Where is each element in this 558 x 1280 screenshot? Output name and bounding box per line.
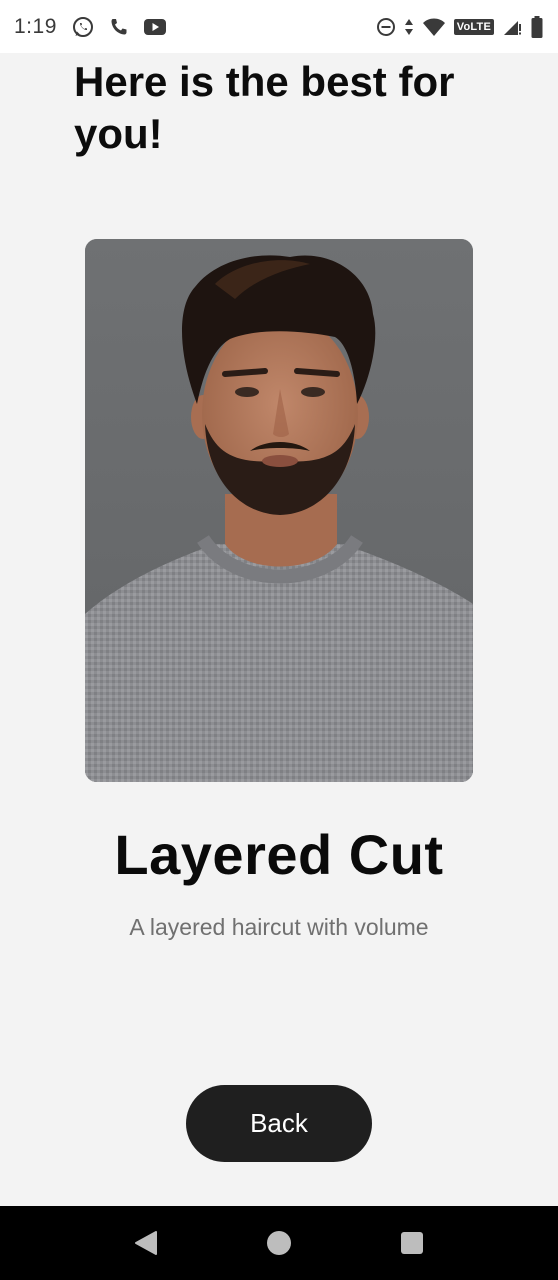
phone-icon — [109, 17, 129, 37]
volte-icon: VoLTE — [453, 18, 494, 35]
wifi-icon — [422, 17, 446, 37]
status-time: 1:19 — [14, 14, 57, 38]
home-circle-icon[interactable] — [265, 1229, 293, 1257]
back-button[interactable]: Back — [186, 1085, 372, 1162]
navigation-bar — [0, 1206, 558, 1280]
back-triangle-icon[interactable] — [133, 1229, 159, 1257]
status-bar: 1:19 VoLTE — [0, 0, 558, 53]
status-left: 1:19 — [14, 15, 167, 39]
page-title: Here is the best for you! — [74, 58, 455, 157]
data-arrows-icon — [404, 17, 414, 37]
hairstyle-description: A layered haircut with volume — [129, 914, 429, 940]
recents-square-icon[interactable] — [399, 1230, 425, 1256]
portrait-photo — [85, 239, 473, 782]
battery-icon — [530, 15, 544, 39]
youtube-icon — [143, 18, 167, 36]
whatsapp-icon — [71, 15, 95, 39]
signal-icon — [502, 17, 522, 37]
status-right: VoLTE — [376, 15, 544, 39]
hairstyle-name: Layered Cut — [114, 823, 444, 886]
do-not-disturb-icon — [376, 17, 396, 37]
hairstyle-photo — [85, 239, 473, 782]
